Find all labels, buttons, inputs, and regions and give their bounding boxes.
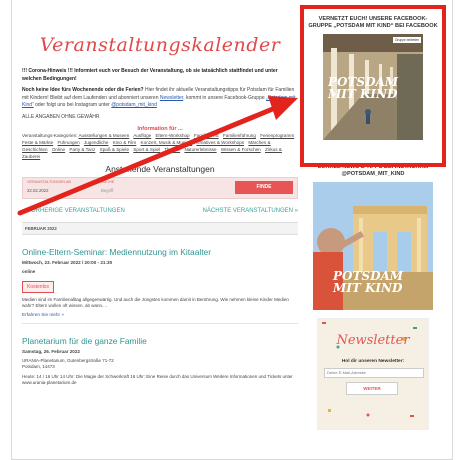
category-link[interactable]: Theater [164, 147, 180, 152]
highlight-box [300, 5, 446, 167]
next-events-link[interactable]: NÄCHSTE VERANSTALTUNGEN » [203, 208, 298, 214]
category-link[interactable]: Familienführung [223, 133, 256, 138]
category-link[interactable]: Ausflüge [133, 133, 151, 138]
category-link[interactable]: Jugendliche [84, 140, 109, 145]
month-separator: FEBRUAR 2022 [22, 222, 298, 235]
newsletter-submit-button[interactable]: WEITER [346, 382, 398, 395]
category-link[interactable]: Ferienprogramm [260, 133, 294, 138]
find-button[interactable]: FINDE [235, 181, 293, 194]
category-link[interactable]: Naturerlebnisse [184, 147, 216, 152]
disclaimer: ALLE ANGABEN OHNE GEWÄHR [22, 113, 100, 120]
category-link[interactable]: Führungen [57, 140, 79, 145]
image-caption: POTSDAM MIT KIND [333, 269, 404, 295]
previous-events-link[interactable]: « VORHERIGE VERANSTALTUNGEN [22, 208, 125, 214]
category-list: Veranstaltungs-Kategorien: Ausstellungen… [22, 132, 298, 160]
price-badge: Kostenlos [22, 281, 54, 293]
instagram-link[interactable]: @potsdam_mit_kind [111, 102, 157, 108]
category-link[interactable]: Ausstellungen & Museen [78, 133, 129, 138]
newsletter-title: Newsletter [336, 333, 410, 348]
categories-label: Veranstaltungs-Kategorien: [22, 133, 78, 138]
event-description: Heute: 14 / 16 Uhr 14 Uhr: Die Magie der… [22, 374, 293, 385]
category-link[interactable]: Konzert, Musik & Musical [141, 140, 193, 145]
event-item: Planetarium für die ganze Familie Samsta… [22, 336, 298, 392]
event-location: URANIA-Planetarium, Gutenbergstraße 71-7… [22, 358, 114, 369]
event-title-link[interactable]: Planetarium für die ganze Familie [22, 336, 298, 346]
newsletter-subtitle: Hol dir unseren Newsletter: [341, 359, 405, 364]
instagram-image[interactable]: POTSDAM MIT KIND [313, 182, 433, 310]
category-link[interactable]: Familienfest [194, 133, 219, 138]
event-filter-bar: VERANSTALTUNGEN AB 22.02.2022 SUCHE Begr… [22, 177, 298, 199]
event-title-link[interactable]: Online-Eltern-Seminar: Mediennutzung im … [22, 247, 298, 257]
read-more-link[interactable]: Erfahren Sie mehr » [22, 312, 298, 317]
main-content: Veranstaltungskalender !!! Corona-Hinwei… [22, 8, 298, 459]
event-date: Mittwoch, 23. Februar 2022 / 20:00 - 21:… [22, 260, 113, 265]
newsletter-email-input[interactable]: Deine E-Mail-Adresse [324, 368, 424, 378]
category-link[interactable]: Party & Tanz [69, 147, 95, 152]
event-location: online [22, 269, 36, 274]
upcoming-heading: Anstehende Veranstaltungen [105, 164, 215, 174]
date-filter-label: VERANSTALTUNGEN AB [27, 180, 71, 184]
newsletter-link[interactable]: Newsletter [160, 95, 183, 101]
category-link[interactable]: Sport & Spiel [133, 147, 160, 152]
event-pagination: « VORHERIGE VERANSTALTUNGEN NÄCHSTE VERA… [22, 208, 298, 214]
category-link[interactable]: Feste & Märkte [22, 140, 53, 145]
event-item: Online-Eltern-Seminar: Mediennutzung im … [22, 247, 298, 324]
newsletter-widget: Newsletter Hol dir unseren Newsletter: D… [317, 318, 429, 430]
corona-notice: !!! Corona-Hinweis !!! Informiert euch v… [22, 68, 278, 82]
event-description: Medien sind im Familienalltag allgegenwä… [22, 297, 289, 308]
category-link[interactable]: Online [52, 147, 65, 152]
page-title: Veranstaltungskalender [39, 34, 281, 56]
search-filter-label: SUCHE [101, 180, 115, 184]
date-filter-input[interactable]: 22.02.2022 [27, 188, 49, 193]
category-link[interactable]: Spaß & Spiele [100, 147, 129, 152]
event-date: Samstag, 26. Februar 2022 [22, 349, 80, 354]
search-filter-input[interactable]: Begriff [101, 188, 113, 193]
category-link[interactable]: Wissen & Forschen [221, 147, 261, 152]
category-link[interactable]: Kreatives & Workshops [196, 140, 244, 145]
category-link[interactable]: Eltern-Workshop [155, 133, 189, 138]
category-link[interactable]: Kino & Film [113, 140, 137, 145]
intro-paragraph: Noch keine Idee fürs Wochenende oder die… [22, 87, 296, 108]
